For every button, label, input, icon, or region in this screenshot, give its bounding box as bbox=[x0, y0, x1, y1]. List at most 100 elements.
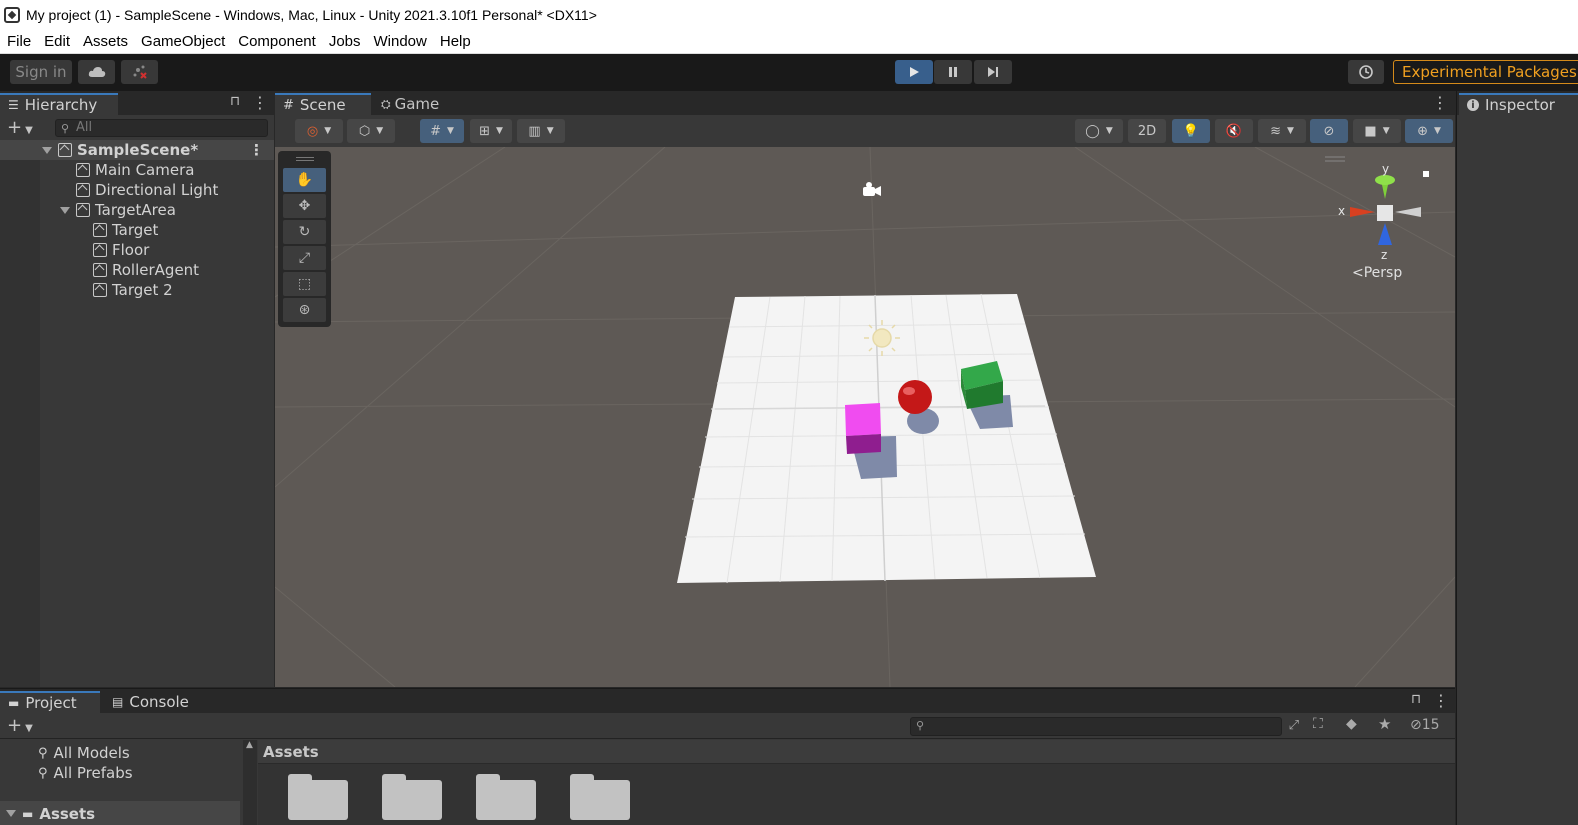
assets-breadcrumb[interactable]: Assets bbox=[258, 740, 1455, 764]
scale-tool-button[interactable]: ⤢ bbox=[283, 246, 326, 270]
cloud-icon bbox=[88, 67, 105, 77]
scene-more-icon[interactable]: ⋮ bbox=[249, 141, 264, 159]
grid-snap-toggle[interactable]: # ▼ bbox=[420, 119, 464, 143]
tab-hierarchy[interactable]: ☰ Hierarchy bbox=[0, 93, 118, 115]
filter-by-label-icon[interactable]: ◆ bbox=[1346, 716, 1357, 732]
scene-visibility-toggle[interactable]: ⊘ bbox=[1310, 119, 1348, 143]
tree-row-target[interactable]: Target bbox=[0, 220, 274, 240]
tree-row-targetarea[interactable]: TargetArea bbox=[0, 200, 274, 220]
ruler-icon: ▥ bbox=[528, 123, 541, 139]
project-search-input[interactable]: ⚲ ⤢ bbox=[910, 717, 1299, 736]
tree-row-rolleragent[interactable]: RollerAgent bbox=[0, 260, 274, 280]
hierarchy-search-input[interactable]: ⚲ All bbox=[55, 119, 268, 137]
project-tabbar: ▬ Project ▤ Console ⊓ ⋮ bbox=[0, 689, 1455, 713]
camera-settings-dropdown[interactable]: ■ ▼ bbox=[1353, 119, 1401, 143]
menu-jobs[interactable]: Jobs bbox=[329, 33, 361, 50]
target-cube[interactable] bbox=[845, 403, 881, 436]
menu-window[interactable]: Window bbox=[374, 33, 427, 50]
rect-tool-button[interactable]: ⬚ bbox=[283, 272, 326, 296]
favorite-all-models[interactable]: ⚲ All Models bbox=[38, 744, 130, 762]
foldout-arrow-icon[interactable] bbox=[60, 206, 70, 214]
menu-gameobject[interactable]: GameObject bbox=[141, 33, 225, 50]
play-button[interactable] bbox=[895, 60, 933, 84]
render-mode-dropdown[interactable]: ⬡ ▼ bbox=[347, 119, 395, 143]
shading-mode-dropdown[interactable]: ◯ ▼ bbox=[1075, 119, 1123, 143]
roller-agent-sphere[interactable] bbox=[898, 380, 932, 414]
2d-toggle-button[interactable]: 2D bbox=[1128, 119, 1166, 143]
experimental-packages-button[interactable]: Experimental Packages bbox=[1393, 60, 1578, 84]
project-scrollbar[interactable]: ▲ bbox=[243, 740, 257, 825]
tree-row-floor[interactable]: Floor bbox=[0, 240, 274, 260]
dropdown-arrow-icon: ▼ bbox=[1286, 126, 1294, 136]
layers-icon: ≋ bbox=[1270, 123, 1281, 139]
assets-root-folder[interactable]: ▬ Assets bbox=[0, 801, 240, 825]
step-button[interactable] bbox=[974, 60, 1012, 84]
menu-component[interactable]: Component bbox=[238, 33, 316, 50]
tree-row-target-2[interactable]: Target 2 bbox=[0, 280, 274, 300]
scene-more-menu-icon[interactable]: ⋮ bbox=[1432, 93, 1448, 112]
foldout-arrow-icon[interactable] bbox=[42, 146, 52, 154]
scene-render[interactable]: y x z bbox=[275, 147, 1455, 687]
favorite-star-icon[interactable]: ★ bbox=[1378, 715, 1391, 733]
pause-button[interactable] bbox=[934, 60, 972, 84]
increment-snap-toggle[interactable]: ⊞ ▼ bbox=[470, 119, 512, 143]
hidden-count: 15 bbox=[1421, 717, 1440, 733]
sign-in-button[interactable]: Sign in bbox=[10, 60, 72, 84]
grid-snap-icon: # bbox=[430, 123, 441, 139]
tab-game-label: Game bbox=[394, 95, 440, 113]
tab-scene[interactable]: # Scene bbox=[275, 93, 371, 115]
main-camera-gizmo[interactable] bbox=[863, 182, 881, 196]
menu-assets[interactable]: Assets bbox=[83, 33, 128, 50]
asset-folder-icon[interactable] bbox=[476, 774, 536, 820]
projection-toggle-label[interactable]: <Persp bbox=[1352, 265, 1402, 281]
lighting-toggle[interactable]: 💡 bbox=[1172, 119, 1210, 143]
eye-hidden-icon: ⊘ bbox=[1323, 123, 1335, 139]
favorite-label: All Prefabs bbox=[53, 764, 133, 782]
search-expand-icon[interactable]: ⤢ bbox=[1289, 718, 1299, 733]
filter-by-type-icon[interactable]: ⛶ bbox=[1313, 716, 1323, 732]
menu-help[interactable]: Help bbox=[440, 33, 471, 50]
more-menu-icon[interactable]: ⋮ bbox=[252, 93, 268, 112]
tree-row-samplescene[interactable]: SampleScene* ⋮ bbox=[0, 140, 274, 160]
asset-folder-icon[interactable] bbox=[382, 774, 442, 820]
rect-icon: ⬚ bbox=[297, 276, 312, 292]
asset-folder-icon[interactable] bbox=[288, 774, 348, 820]
effects-dropdown[interactable]: ≋ ▼ bbox=[1258, 119, 1306, 143]
move-icon: ✥ bbox=[298, 198, 311, 214]
lock-icon[interactable]: ⊓ bbox=[230, 94, 240, 109]
hierarchy-search-placeholder: All bbox=[76, 120, 93, 135]
tab-scene-label: Scene bbox=[299, 96, 346, 114]
menu-edit[interactable]: Edit bbox=[44, 33, 70, 50]
gizmos-dropdown[interactable]: ⊕ ▼ bbox=[1405, 119, 1453, 143]
favorite-all-prefabs[interactable]: ⚲ All Prefabs bbox=[38, 764, 133, 782]
tab-project[interactable]: ▬ Project bbox=[0, 691, 100, 713]
tab-game[interactable]: ⛭ Game bbox=[373, 93, 463, 115]
ruler-dropdown[interactable]: ▥ ▼ bbox=[517, 119, 565, 143]
tab-inspector[interactable]: i Inspector bbox=[1459, 93, 1578, 115]
hidden-packages-button[interactable]: ⊘15 bbox=[1410, 717, 1440, 733]
hand-tool-button[interactable]: ✋ bbox=[283, 168, 326, 192]
rotate-tool-button[interactable]: ↻ bbox=[283, 220, 326, 244]
draw-mode-dropdown[interactable]: ◎ ▼ bbox=[295, 119, 343, 143]
tree-row-directional-light[interactable]: Directional Light bbox=[0, 180, 274, 200]
audio-toggle[interactable]: 🔇 bbox=[1215, 119, 1253, 143]
tree-row-main-camera[interactable]: Main Camera bbox=[0, 160, 274, 180]
tab-console[interactable]: ▤ Console bbox=[104, 691, 204, 713]
project-more-menu-icon[interactable]: ⋮ bbox=[1433, 691, 1449, 710]
create-dropdown-button[interactable]: + ▼ bbox=[7, 117, 33, 138]
undo-history-button[interactable] bbox=[1348, 60, 1384, 84]
move-tool-button[interactable]: ✥ bbox=[283, 194, 326, 218]
transform-tool-button[interactable]: ⊛ bbox=[283, 298, 326, 322]
foldout-arrow-icon[interactable] bbox=[6, 810, 16, 817]
orientation-gizmo[interactable] bbox=[1325, 156, 1429, 245]
scene-viewport[interactable]: y x z <Persp ✋ ✥ ↻ ⤢ ⬚ ⊛ bbox=[275, 147, 1455, 687]
collab-button[interactable] bbox=[121, 60, 158, 84]
cloud-button[interactable] bbox=[78, 60, 115, 84]
asset-folder-icon[interactable] bbox=[570, 774, 630, 820]
project-lock-icon[interactable]: ⊓ bbox=[1411, 692, 1421, 707]
scroll-up-icon[interactable]: ▲ bbox=[246, 740, 253, 750]
project-create-button[interactable]: + ▼ bbox=[7, 715, 33, 736]
overlay-drag-handle[interactable] bbox=[296, 157, 314, 161]
menu-file[interactable]: File bbox=[7, 33, 31, 50]
unity-scene-icon bbox=[58, 143, 72, 157]
